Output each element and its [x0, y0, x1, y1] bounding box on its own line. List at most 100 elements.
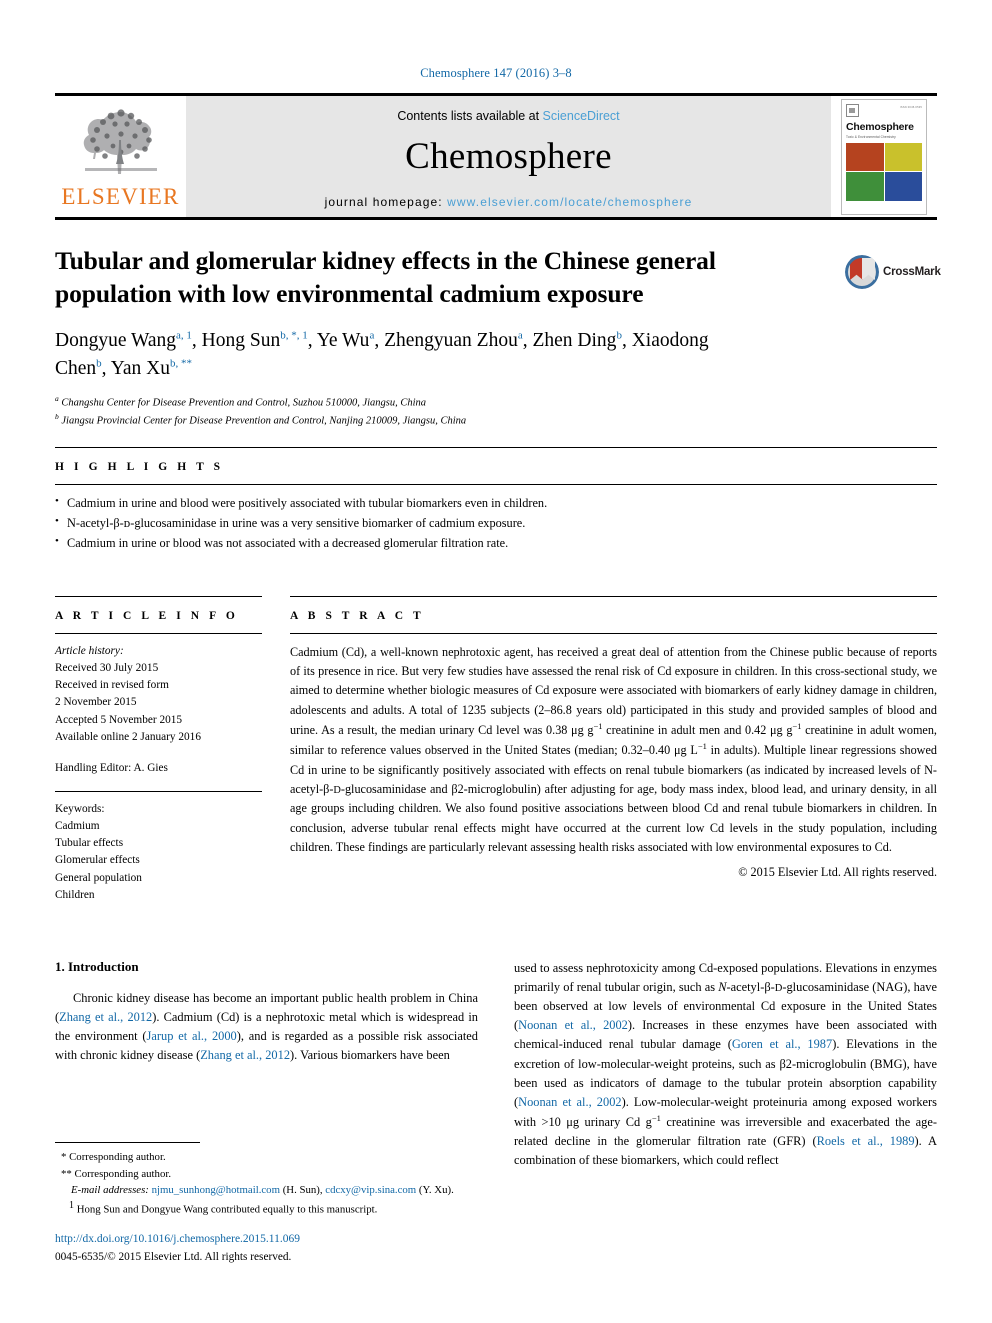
- article-info-heading: A R T I C L E I N F O: [55, 609, 239, 622]
- author-name: Zhen Ding: [532, 330, 617, 352]
- highlights-list: Cadmium in urine and blood were positive…: [55, 485, 937, 554]
- elsevier-logo-box: ELSEVIER: [55, 93, 186, 220]
- author-name: Zhengyuan Zhou: [384, 330, 518, 352]
- author-name: Yan Xu: [110, 358, 170, 380]
- journal-homepage-line: journal homepage: www.elsevier.com/locat…: [186, 195, 831, 209]
- author-affil-mark[interactable]: a: [369, 330, 374, 342]
- crossmark-label: CrossMark: [883, 266, 941, 278]
- footnote-corresponding-1: * Corresponding author.: [61, 1151, 166, 1164]
- cover-header: ISSN 0045-6535: [846, 103, 922, 117]
- list-item: Cadmium in urine and blood were positive…: [55, 493, 937, 514]
- history-line: Available online 2 January 2016: [55, 730, 201, 743]
- intro-paragraph-right: used to assess nephrotoxicity among Cd-e…: [514, 960, 938, 1168]
- page-title: Tubular and glomerular kidney effects in…: [55, 246, 716, 308]
- footnote-rule: [55, 1142, 200, 1144]
- list-item: Cadmium in urine or blood was not associ…: [55, 533, 937, 554]
- crossmark-badge[interactable]: CrossMark: [845, 250, 941, 294]
- author-affil-mark[interactable]: b, *, 1: [280, 330, 308, 342]
- affiliation-text: Changshu Center for Disease Prevention a…: [61, 397, 427, 409]
- affiliation-item: b Jiangsu Provincial Center for Disease …: [55, 411, 937, 429]
- journal-title: Chemosphere: [405, 136, 612, 177]
- cover-title: Chemosphere: [846, 120, 914, 133]
- footnotes-block: * Corresponding author. ** Corresponding…: [55, 1142, 485, 1266]
- keyword-item: Tubular effects: [55, 837, 124, 850]
- email-addresses-label: E-mail addresses:: [71, 1183, 149, 1196]
- body-column-left: 1. Introduction Chronic kidney disease h…: [55, 959, 478, 1170]
- author-affil-mark[interactable]: b: [96, 358, 102, 370]
- email-link-sun[interactable]: njmu_sunhong@hotmail.com: [152, 1184, 280, 1196]
- handling-editor: Handling Editor: A. Gies: [55, 761, 168, 774]
- footnote-equal-contribution-text: Hong Sun and Dongyue Wang contributed eq…: [76, 1203, 378, 1216]
- article-history-label: Article history:: [55, 644, 124, 657]
- journal-cover-thumbnail: ISSN 0045-6535 Chemosphere Toxic & Envir…: [841, 98, 927, 215]
- history-line: Received in revised form: [55, 679, 169, 692]
- footnote-equal-contribution: 1 Hong Sun and Dongyue Wang contributed …: [55, 1198, 485, 1218]
- elsevier-tree-icon: [73, 100, 169, 184]
- author-name: Hong Sun: [201, 330, 281, 352]
- cover-tile-3: [846, 172, 884, 201]
- cover-subtitle: Toxic & Environmental Chemistry: [846, 134, 896, 139]
- contents-available-line: Contents lists available at ScienceDirec…: [186, 96, 831, 123]
- footnote-mark-1: 1: [69, 1200, 74, 1212]
- journal-homepage-url[interactable]: www.elsevier.com/locate/chemosphere: [447, 195, 692, 209]
- footnote-emails: E-mail addresses: njmu_sunhong@hotmail.c…: [55, 1182, 485, 1198]
- author-affil-mark[interactable]: a: [518, 330, 523, 342]
- article-info-column: A R T I C L E I N F O Article history: R…: [55, 578, 262, 904]
- intro-paragraph-left: Chronic kidney disease has become an imp…: [55, 990, 478, 1063]
- crossmark-icon: [845, 255, 879, 289]
- abstract-column: A B S T R A C T Cadmium (Cd), a well-kno…: [290, 578, 937, 904]
- cover-tile-4: [884, 172, 922, 201]
- doi-link[interactable]: http://dx.doi.org/10.1016/j.chemosphere.…: [55, 1231, 485, 1248]
- keyword-item: Glomerular effects: [55, 854, 140, 867]
- history-line: Received 30 July 2015: [55, 662, 159, 675]
- cover-issn: ISSN 0045-6535: [900, 105, 922, 109]
- journal-article-page: Chemosphere 147 (2016) 3–8 ELSEVIER Cont…: [0, 0, 992, 1323]
- keyword-item: Children: [55, 888, 95, 901]
- author-name: Dongyue Wang: [55, 330, 177, 352]
- section-heading-introduction: 1. Introduction: [55, 958, 139, 974]
- affiliation-mark: b: [55, 411, 59, 421]
- cover-tile-2: [884, 142, 922, 171]
- keyword-item: Cadmium: [55, 820, 100, 833]
- keywords-label: Keywords:: [55, 803, 105, 816]
- cover-image-grid: [846, 142, 922, 201]
- sciencedirect-link[interactable]: ScienceDirect: [543, 109, 620, 123]
- journal-cover-box: ISSN 0045-6535 Chemosphere Toxic & Envir…: [831, 93, 937, 220]
- author-affil-mark[interactable]: b: [616, 330, 622, 342]
- author-name: Ye Wu: [316, 330, 370, 352]
- elsevier-wordmark: ELSEVIER: [61, 184, 180, 209]
- author-list: Dongyue Wanga, 1, Hong Sunb, *, 1, Ye Wu…: [55, 329, 709, 380]
- footnote-corresponding-2: ** Corresponding author.: [61, 1167, 172, 1180]
- abstract-copyright: © 2015 Elsevier Ltd. All rights reserved…: [738, 865, 937, 880]
- abstract-heading: A B S T R A C T: [290, 609, 425, 622]
- author-affil-mark[interactable]: b, **: [170, 358, 192, 370]
- email-link-xu[interactable]: cdcxy@vip.sina.com: [325, 1184, 416, 1196]
- abstract-text: Cadmium (Cd), a well-known nephrotoxic a…: [290, 644, 937, 854]
- body-column-right: used to assess nephrotoxicity among Cd-e…: [514, 959, 937, 1170]
- list-item: N-acetyl-β-ᴅ-glucosaminidase in urine wa…: [55, 513, 937, 534]
- affiliation-item: a Changshu Center for Disease Prevention…: [55, 393, 937, 411]
- cover-footer: [846, 200, 922, 210]
- title-block: CrossMark Tubular and glomerular kidney …: [55, 245, 941, 430]
- contents-prefix: Contents lists available at: [397, 109, 543, 123]
- history-line: Accepted 5 November 2015: [55, 713, 183, 726]
- highlights-heading: H I G H L I G H T S: [55, 461, 224, 474]
- email-owner-sun: (H. Sun),: [282, 1183, 323, 1196]
- journal-header-box: Contents lists available at ScienceDirec…: [186, 93, 831, 220]
- affiliation-mark: a: [55, 393, 59, 403]
- keywords-block: Keywords: Cadmium Tubular effects Glomer…: [55, 792, 262, 904]
- journal-masthead: ELSEVIER Contents lists available at Sci…: [55, 93, 937, 220]
- affiliation-list: a Changshu Center for Disease Prevention…: [55, 393, 937, 430]
- running-head: Chemosphere 147 (2016) 3–8: [420, 66, 572, 80]
- homepage-prefix: journal homepage:: [324, 195, 448, 209]
- author-affil-mark[interactable]: a, 1: [176, 330, 192, 342]
- cover-elsevier-icon: [846, 103, 859, 117]
- issn-copyright: 0045-6535/© 2015 Elsevier Ltd. All right…: [55, 1251, 292, 1264]
- keyword-item: General population: [55, 871, 142, 884]
- history-line: 2 November 2015: [55, 696, 137, 709]
- body-columns: 1. Introduction Chronic kidney disease h…: [55, 959, 937, 1170]
- affiliation-text: Jiangsu Provincial Center for Disease Pr…: [61, 415, 467, 427]
- article-history: Article history: Received 30 July 2015 R…: [55, 634, 262, 777]
- cover-tile-1: [846, 142, 884, 171]
- email-owner-xu: (Y. Xu).: [418, 1183, 454, 1196]
